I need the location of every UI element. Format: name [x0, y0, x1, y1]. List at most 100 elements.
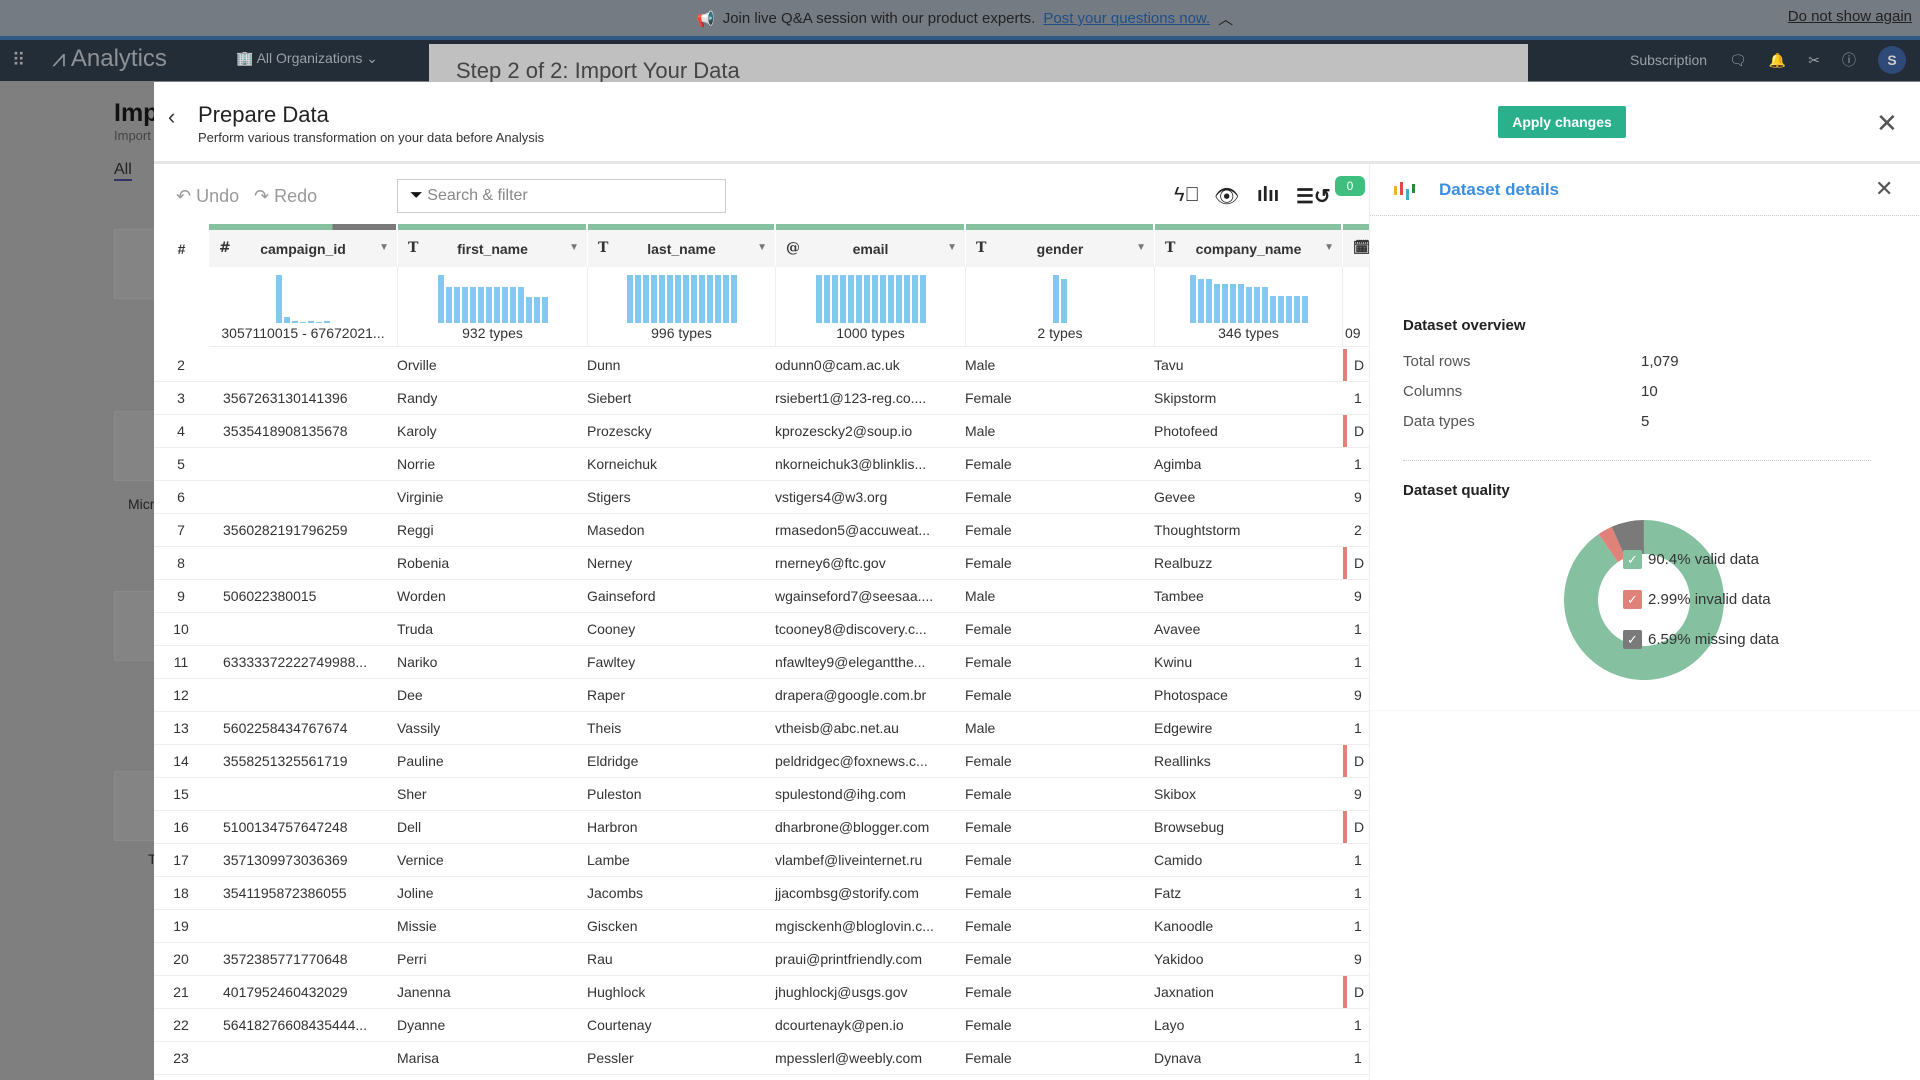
table-row[interactable]: 3 3567263130141396 Randy Siebert rsiebert1@1… [154, 382, 1369, 415]
table-cell[interactable]: kprozescky2@soup.io [775, 423, 912, 439]
table-cell[interactable]: dcourtenayk@pen.io [775, 1017, 904, 1033]
table-cell[interactable]: Female [965, 522, 1012, 538]
table-cell[interactable]: Tavu [1154, 357, 1184, 373]
table-cell[interactable]: rnerney6@ftc.gov [775, 555, 886, 571]
table-cell[interactable]: Female [965, 885, 1012, 901]
table-cell[interactable]: Rau [587, 951, 613, 967]
do-not-show-again-link[interactable]: Do not show again [1788, 8, 1912, 25]
table-cell[interactable]: nfawltey9@elegantthe... [775, 654, 925, 670]
table-cell[interactable]: Realbuzz [1154, 555, 1212, 571]
legend-valid[interactable]: ✓ 90.4% valid data [1623, 550, 1759, 569]
table-cell[interactable]: 1 [1354, 852, 1362, 868]
panel-close-icon[interactable]: ✕ [1875, 176, 1893, 202]
table-cell[interactable]: D [1354, 753, 1364, 769]
column-header[interactable]: Tfirst_name ▼ [398, 230, 587, 267]
table-cell[interactable]: D [1354, 819, 1364, 835]
table-cell[interactable]: Randy [397, 390, 437, 406]
table-cell[interactable]: Sher [397, 786, 427, 802]
column-header[interactable]: Tcompany_name ▼ [1155, 230, 1342, 267]
table-row[interactable]: 19 Missie Giscken mgisckenh@bloglovin.c... F… [154, 910, 1369, 943]
table-cell[interactable]: D [1354, 357, 1364, 373]
table-cell[interactable]: Puleston [587, 786, 641, 802]
table-cell[interactable]: spulestond@ihg.com [775, 786, 906, 802]
table-cell[interactable]: 9 [1354, 489, 1362, 505]
table-cell[interactable]: dharbrone@blogger.com [775, 819, 929, 835]
table-row[interactable]: 4 3535418908135678 Karoly Prozescky kprozesc… [154, 415, 1369, 448]
apps-grid-icon[interactable]: ⠿ [12, 50, 25, 71]
table-cell[interactable]: 3535418908135678 [223, 423, 348, 439]
table-cell[interactable]: Skibox [1154, 786, 1196, 802]
column-header[interactable]: Tlast_name ▼ [588, 230, 775, 267]
table-cell[interactable]: 5100134757647248 [223, 819, 348, 835]
table-cell[interactable]: jjacombsg@storify.com [775, 885, 919, 901]
table-cell[interactable]: odunn0@cam.ac.uk [775, 357, 900, 373]
table-cell[interactable]: Female [965, 654, 1012, 670]
table-row[interactable]: 7 3560282191796259 Reggi Masedon rmasedon5@a… [154, 514, 1369, 547]
table-cell[interactable]: Female [965, 1017, 1012, 1033]
table-cell[interactable]: 1 [1354, 390, 1362, 406]
table-cell[interactable]: Dell [397, 819, 421, 835]
table-cell[interactable]: Female [965, 390, 1012, 406]
org-selector[interactable]: 🏢 All Organizations ⌄ [236, 50, 378, 67]
legend-invalid[interactable]: ✓ 2.99% invalid data [1623, 590, 1771, 609]
table-cell[interactable]: Stigers [587, 489, 631, 505]
table-row[interactable]: 8 Robenia Nerney rnerney6@ftc.gov Female Real… [154, 547, 1369, 580]
table-row[interactable]: 15 Sher Puleston spulestond@ihg.com Female Sk… [154, 778, 1369, 811]
table-cell[interactable]: Photospace [1154, 687, 1228, 703]
table-cell[interactable]: Vassily [397, 720, 440, 736]
eye-icon[interactable]: 👁 [1214, 184, 1239, 209]
table-cell[interactable]: 1 [1354, 621, 1362, 637]
table-cell[interactable]: Pessler [587, 1050, 634, 1066]
table-cell[interactable]: 9 [1354, 951, 1362, 967]
table-cell[interactable]: Perri [397, 951, 427, 967]
close-icon[interactable]: ✕ [1876, 108, 1898, 139]
feedback-icon[interactable]: 🗨 [1729, 52, 1747, 69]
table-cell[interactable]: Dynava [1154, 1050, 1201, 1066]
table-cell[interactable]: Female [965, 555, 1012, 571]
table-cell[interactable]: Masedon [587, 522, 645, 538]
applied-steps-icon[interactable]: ☰↺ [1296, 184, 1331, 209]
table-row[interactable]: 6 Virginie Stigers vstigers4@w3.org Female Ge… [154, 481, 1369, 514]
table-cell[interactable]: Robenia [397, 555, 449, 571]
table-cell[interactable]: Eldridge [587, 753, 638, 769]
table-cell[interactable]: Tambee [1154, 588, 1204, 604]
tools-icon[interactable]: ✂ [1808, 52, 1820, 69]
table-cell[interactable]: 3572385771770648 [223, 951, 348, 967]
table-cell[interactable]: 4017952460432029 [223, 984, 348, 1000]
table-cell[interactable]: Orville [397, 357, 437, 373]
table-row[interactable]: 20 3572385771770648 Perri Rau praui@printfri… [154, 943, 1369, 976]
table-cell[interactable]: wgainseford7@seesaa.... [775, 588, 933, 604]
table-cell[interactable]: rsiebert1@123-reg.co.... [775, 390, 926, 406]
table-cell[interactable]: 9 [1354, 588, 1362, 604]
table-cell[interactable]: Raper [587, 687, 625, 703]
table-cell[interactable]: Nerney [587, 555, 632, 571]
bell-icon[interactable]: 🔔 [1769, 52, 1786, 69]
table-cell[interactable]: 5602258434767674 [223, 720, 348, 736]
table-row[interactable]: 11 63333372222749988... Nariko Fawltey nfawl… [154, 646, 1369, 679]
bar-chart-icon[interactable]: ılıı [1257, 184, 1279, 207]
table-cell[interactable]: Theis [587, 720, 621, 736]
table-cell[interactable]: Karoly [397, 423, 437, 439]
column-header[interactable]: @ email ▼ [776, 230, 965, 267]
table-cell[interactable]: Siebert [587, 390, 631, 406]
table-cell[interactable]: 1 [1354, 456, 1362, 472]
table-cell[interactable]: Reallinks [1154, 753, 1211, 769]
redo-button[interactable]: ↷ Redo [254, 186, 317, 207]
table-cell[interactable]: Joline [397, 885, 434, 901]
table-cell[interactable]: Dyanne [397, 1017, 445, 1033]
table-cell[interactable]: Gevee [1154, 489, 1195, 505]
table-cell[interactable]: Gainseford [587, 588, 655, 604]
table-cell[interactable]: Dee [397, 687, 423, 703]
table-cell[interactable]: Virginie [397, 489, 443, 505]
table-row[interactable]: 5 Norrie Korneichuk nkorneichuk3@blinklis..… [154, 448, 1369, 481]
search-filter-input[interactable]: ⏷ Search & filter [397, 179, 726, 213]
table-cell[interactable]: 506022380015 [223, 588, 316, 604]
table-cell[interactable]: Pauline [397, 753, 444, 769]
table-cell[interactable]: 63333372222749988... [223, 654, 367, 670]
table-cell[interactable]: Kanoodle [1154, 918, 1213, 934]
chevron-down-icon[interactable]: ▼ [1136, 242, 1146, 253]
table-cell[interactable]: Female [965, 951, 1012, 967]
table-cell[interactable]: 1 [1354, 654, 1362, 670]
table-cell[interactable]: rmasedon5@accuweat... [775, 522, 930, 538]
subscription-link[interactable]: Subscription [1630, 52, 1707, 68]
